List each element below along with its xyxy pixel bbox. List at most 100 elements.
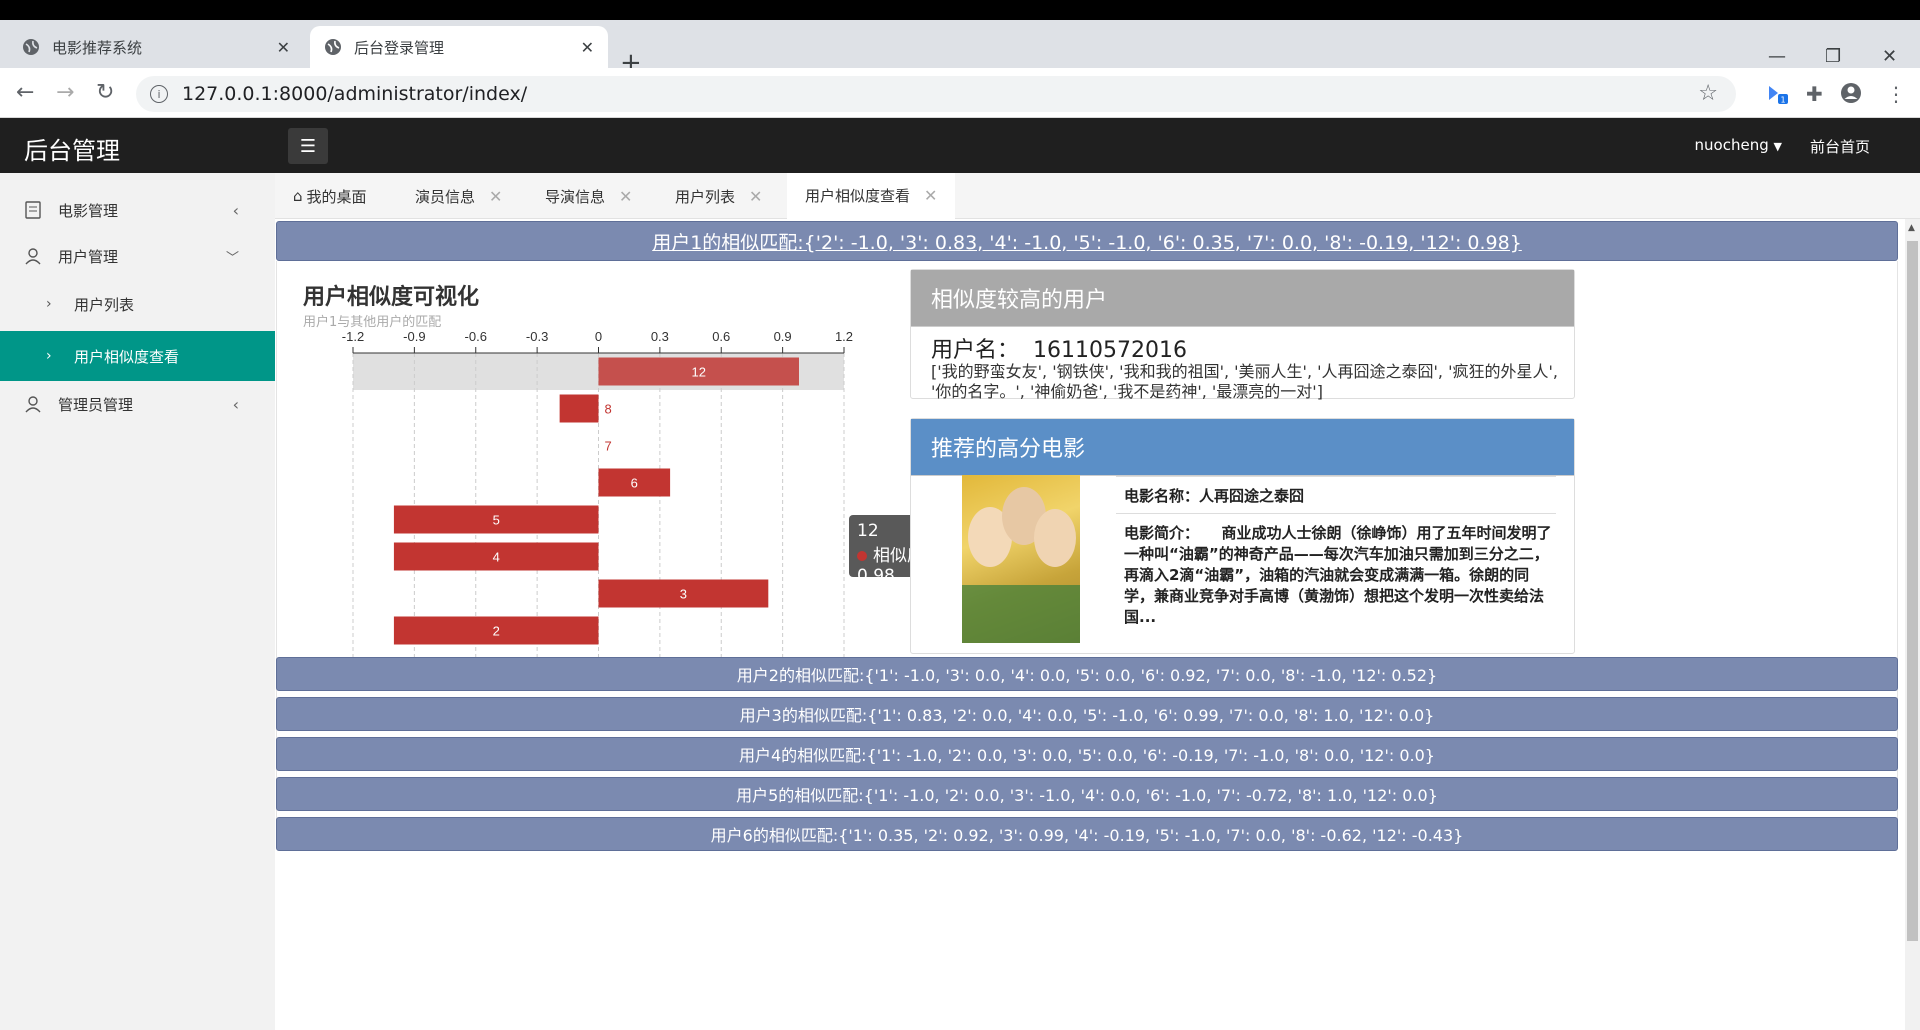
- poster-face: [1034, 509, 1076, 567]
- sidebar-item-label: 用户列表: [74, 295, 135, 314]
- tab-label: 演员信息: [415, 187, 476, 206]
- bar: [559, 394, 599, 423]
- username-value: 16110572016: [1033, 338, 1187, 363]
- os-title-strip: [0, 0, 1920, 20]
- tab-actors[interactable]: 演员信息 ✕: [415, 173, 502, 219]
- similarity-row-header[interactable]: 用户1的相似匹配:{'2': -1.0, '3': 0.83, '4': -1.…: [276, 221, 1898, 261]
- scrollbar-thumb[interactable]: [1907, 241, 1918, 941]
- close-icon[interactable]: ✕: [749, 187, 762, 206]
- menu-toggle-button[interactable]: ☰: [288, 128, 328, 164]
- back-icon[interactable]: ←: [16, 80, 34, 105]
- chevron-right-icon: ›: [46, 296, 52, 312]
- category-label: 2: [493, 624, 500, 639]
- similarity-row-header[interactable]: 用户4的相似匹配:{'1': -1.0, '2': 0.0, '3': 0.0,…: [276, 737, 1898, 771]
- browser-tab-title: 电影推荐系统: [52, 38, 143, 57]
- page-scrollbar[interactable]: ▲: [1905, 219, 1920, 1030]
- puzzle-icon[interactable]: ✚: [1806, 82, 1823, 106]
- tab-label: 用户相似度查看: [805, 186, 911, 205]
- similarity-row-header[interactable]: 用户3的相似匹配:{'1': 0.83, '2': 0.0, '4': 0.0,…: [276, 697, 1898, 731]
- chevron-down-icon: ﹀: [225, 250, 239, 266]
- content-tab-bar: ⌂ 我的桌面 演员信息 ✕ 导演信息 ✕ 用户列表 ✕ 用户相似度查看 ✕: [275, 173, 1920, 219]
- category-label: 7: [605, 439, 612, 454]
- url-text: 127.0.0.1:8000/administrator/index/: [182, 83, 528, 105]
- close-icon[interactable]: ✕: [489, 187, 502, 206]
- browser-tab-inactive[interactable]: 电影推荐系统 ✕: [8, 26, 304, 68]
- user-menu[interactable]: nuocheng ▼: [1695, 136, 1782, 154]
- chevron-left-icon: ‹: [232, 200, 239, 220]
- sidebar-item-label: 用户相似度查看: [74, 347, 180, 366]
- browser-tab-strip: 电影推荐系统 ✕ 后台登录管理 ✕ + — ❐ ✕: [0, 20, 1920, 78]
- x-tick-label: -0.6: [465, 329, 487, 344]
- window-close-icon[interactable]: ✕: [1882, 46, 1897, 67]
- recommend-card-title: 推荐的高分电影: [911, 419, 1574, 476]
- user-icon: [24, 247, 42, 265]
- url-field[interactable]: i 127.0.0.1:8000/administrator/index/ ☆: [136, 76, 1736, 112]
- front-home-link[interactable]: 前台首页: [1810, 136, 1870, 157]
- x-tick-label: 0: [595, 329, 602, 344]
- sidebar-item-admins[interactable]: 管理员管理 ‹: [0, 381, 275, 427]
- app-title: 后台管理: [24, 137, 120, 165]
- x-tick-label: -0.3: [526, 329, 548, 344]
- restore-icon[interactable]: ❐: [1825, 46, 1841, 67]
- category-label: 12: [692, 365, 706, 380]
- tab-label: 我的桌面: [306, 187, 367, 206]
- category-label: 3: [680, 587, 687, 602]
- tab-label: 导演信息: [545, 187, 606, 206]
- movie-poster[interactable]: [962, 475, 1080, 643]
- sidebar-item-user-list[interactable]: › 用户列表: [0, 281, 275, 327]
- chevron-right-icon: ›: [46, 348, 52, 364]
- tab-directors[interactable]: 导演信息 ✕: [545, 173, 632, 219]
- sidebar-item-label: 用户管理: [58, 247, 119, 266]
- sidebar-item-user-similarity[interactable]: › 用户相似度查看: [0, 331, 275, 381]
- extension-badge: 1: [1780, 96, 1785, 105]
- close-icon[interactable]: ✕: [581, 38, 594, 57]
- reload-icon[interactable]: ↻: [96, 80, 114, 105]
- sidebar: 电影管理 ‹ 用户管理 ﹀ › 用户列表 › 用户相似度查看 管理员管理 ‹: [0, 173, 275, 1030]
- similar-user-movies: ['我的野蛮女友', '钢铁侠', '我和我的祖国', '美丽人生', '人再囧…: [931, 362, 1558, 401]
- similarity-row-header[interactable]: 用户5的相似匹配:{'1': -1.0, '2': 0.0, '3': -1.0…: [276, 777, 1898, 811]
- similar-username: 用户名： 16110572016: [931, 332, 1187, 364]
- browser-tab-active[interactable]: 后台登录管理 ✕: [310, 26, 608, 68]
- recommend-card: 推荐的高分电影 电影名称：人再囧途之泰囧 电影简介： 商业成功人士徐朗（徐峥饰）…: [910, 418, 1575, 654]
- bookmark-star-icon[interactable]: ☆: [1698, 81, 1718, 106]
- similarity-row-header[interactable]: 用户2的相似匹配:{'1': -1.0, '3': 0.0, '4': 0.0,…: [276, 657, 1898, 691]
- x-tick-label: 0.3: [651, 329, 669, 344]
- movie-description: 电影简介： 商业成功人士徐朗（徐峥饰）用了五年时间发明了一种叫“油霸”的神奇产品…: [1124, 524, 1552, 626]
- tab-desktop[interactable]: ⌂ 我的桌面: [293, 173, 367, 219]
- close-icon[interactable]: ✕: [619, 187, 632, 206]
- close-icon[interactable]: ✕: [277, 38, 290, 57]
- main-content: 用户1的相似匹配:{'2': -1.0, '3': 0.83, '4': -1.…: [275, 219, 1905, 1030]
- forward-icon[interactable]: →: [56, 80, 74, 105]
- similar-user-card: 相似度较高的用户 用户名： 16110572016 ['我的野蛮女友', '钢铁…: [910, 269, 1575, 401]
- sidebar-item-users[interactable]: 用户管理 ﹀: [0, 233, 275, 279]
- x-tick-label: -1.2: [342, 329, 364, 344]
- sidebar-item-movies[interactable]: 电影管理 ‹: [0, 187, 275, 233]
- tab-user-similarity[interactable]: 用户相似度查看 ✕: [787, 173, 956, 219]
- sidebar-item-label: 管理员管理: [58, 395, 134, 414]
- profile-icon[interactable]: [1840, 82, 1862, 109]
- category-label: 6: [631, 476, 638, 491]
- user-icon: [24, 395, 42, 413]
- tab-user-list[interactable]: 用户列表 ✕: [675, 173, 762, 219]
- minimize-icon[interactable]: —: [1768, 46, 1786, 67]
- kebab-menu-icon[interactable]: ⋮: [1886, 82, 1906, 106]
- x-tick-label: 0.6: [712, 329, 730, 344]
- address-bar: ← → ↻ i 127.0.0.1:8000/administrator/ind…: [0, 68, 1920, 118]
- close-icon[interactable]: ✕: [924, 186, 937, 205]
- sidebar-item-label: 电影管理: [58, 201, 119, 220]
- movie-name: 电影名称：人再囧途之泰囧: [1124, 487, 1305, 505]
- extension-icon[interactable]: 1: [1766, 82, 1788, 109]
- globe-icon: [324, 38, 342, 56]
- chevron-left-icon: ‹: [232, 394, 239, 414]
- globe-icon: [22, 38, 40, 56]
- similarity-row-header[interactable]: 用户6的相似匹配:{'1': 0.35, '2': 0.92, '3': 0.9…: [276, 817, 1898, 851]
- document-icon: [24, 201, 42, 219]
- app-header: 后台管理 ☰ nuocheng ▼ 前台首页: [0, 118, 1920, 173]
- info-icon[interactable]: i: [150, 85, 168, 103]
- category-label: 5: [493, 513, 500, 528]
- caret-down-icon: ▼: [1773, 140, 1782, 153]
- home-icon: ⌂: [293, 187, 303, 205]
- similar-user-card-title: 相似度较高的用户: [911, 270, 1574, 327]
- scroll-up-icon[interactable]: ▲: [1908, 223, 1915, 233]
- tab-label: 用户列表: [675, 187, 736, 206]
